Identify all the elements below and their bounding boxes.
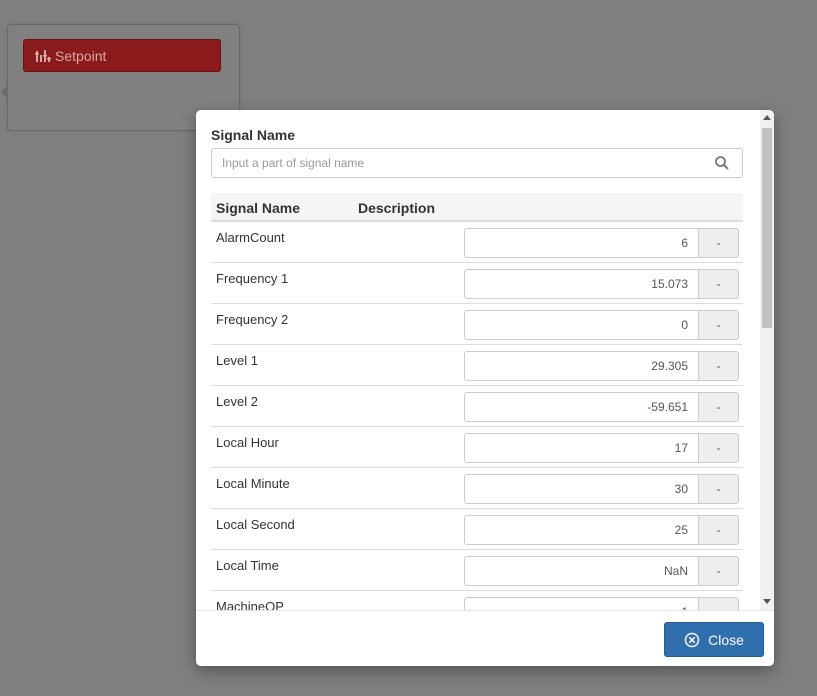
widget-notch: [1, 85, 8, 99]
signal-name: Local Second: [216, 517, 295, 532]
table-row: MachineOP -: [211, 591, 743, 610]
signal-value-input[interactable]: [464, 556, 698, 586]
signal-name: Level 1: [216, 353, 258, 368]
table-row: Frequency 1 -: [211, 263, 743, 304]
signal-value-input[interactable]: [464, 433, 698, 463]
signal-value-input[interactable]: [464, 474, 698, 504]
set-value-button[interactable]: -: [698, 228, 739, 258]
table-header: Signal Name Description: [211, 193, 743, 222]
close-label: Close: [708, 631, 744, 648]
signal-modal: Signal Name Signal Name Description Alar…: [196, 110, 774, 666]
scroll-down-arrow[interactable]: [763, 599, 771, 604]
signal-name: Level 2: [216, 394, 258, 409]
signal-value-input[interactable]: [464, 392, 698, 422]
table-row: AlarmCount -: [211, 222, 743, 263]
set-value-button[interactable]: -: [698, 351, 739, 381]
table-row: Frequency 2 -: [211, 304, 743, 345]
column-description: Description: [358, 200, 436, 216]
signal-value-input[interactable]: [464, 515, 698, 545]
search-label: Signal Name: [211, 127, 296, 143]
set-value-button[interactable]: -: [698, 556, 739, 586]
set-value-button[interactable]: -: [698, 310, 739, 340]
set-value-button[interactable]: -: [698, 392, 739, 422]
setpoint-button[interactable]: Setpoint: [23, 39, 221, 72]
set-value-button[interactable]: -: [698, 269, 739, 299]
table-row: Local Minute -: [211, 468, 743, 509]
signal-name: Frequency 2: [216, 312, 289, 327]
set-value-button[interactable]: -: [698, 515, 739, 545]
scroll-thumb[interactable]: [762, 128, 772, 328]
setpoint-label: Setpoint: [55, 47, 107, 64]
signal-name: AlarmCount: [216, 230, 285, 245]
set-value-button[interactable]: -: [698, 597, 739, 610]
modal-footer: Close: [196, 610, 774, 666]
search-icon[interactable]: [714, 155, 730, 171]
signal-name: Local Minute: [216, 476, 290, 491]
set-value-button[interactable]: -: [698, 474, 739, 504]
signal-value-input[interactable]: [464, 310, 698, 340]
signal-name: Local Time: [216, 558, 279, 573]
column-signal-name: Signal Name: [216, 200, 301, 216]
signal-value-input[interactable]: [464, 228, 698, 258]
table-row: Local Hour -: [211, 427, 743, 468]
modal-body: Signal Name Signal Name Description Alar…: [196, 110, 760, 610]
close-button[interactable]: Close: [664, 622, 764, 657]
scroll-up-arrow[interactable]: [763, 115, 771, 120]
table-row: Local Time -: [211, 550, 743, 591]
signal-name: Frequency 1: [216, 271, 289, 286]
signal-table: AlarmCount-Frequency 1-Frequency 2-Level…: [211, 222, 743, 610]
signal-name: MachineOP: [216, 599, 284, 610]
signal-value-input[interactable]: [464, 351, 698, 381]
table-row: Level 2 -: [211, 386, 743, 427]
search-box: [211, 148, 743, 178]
table-row: Level 1 -: [211, 345, 743, 386]
table-row: Local Second -: [211, 509, 743, 550]
search-input[interactable]: [212, 150, 714, 176]
signal-value-input[interactable]: [464, 597, 698, 610]
set-value-button[interactable]: -: [698, 433, 739, 463]
close-circle-icon: [684, 632, 700, 648]
signal-value-input[interactable]: [464, 269, 698, 299]
signal-name: Local Hour: [216, 435, 279, 450]
modal-scrollbar[interactable]: [760, 110, 774, 610]
sliders-icon: [35, 49, 51, 63]
